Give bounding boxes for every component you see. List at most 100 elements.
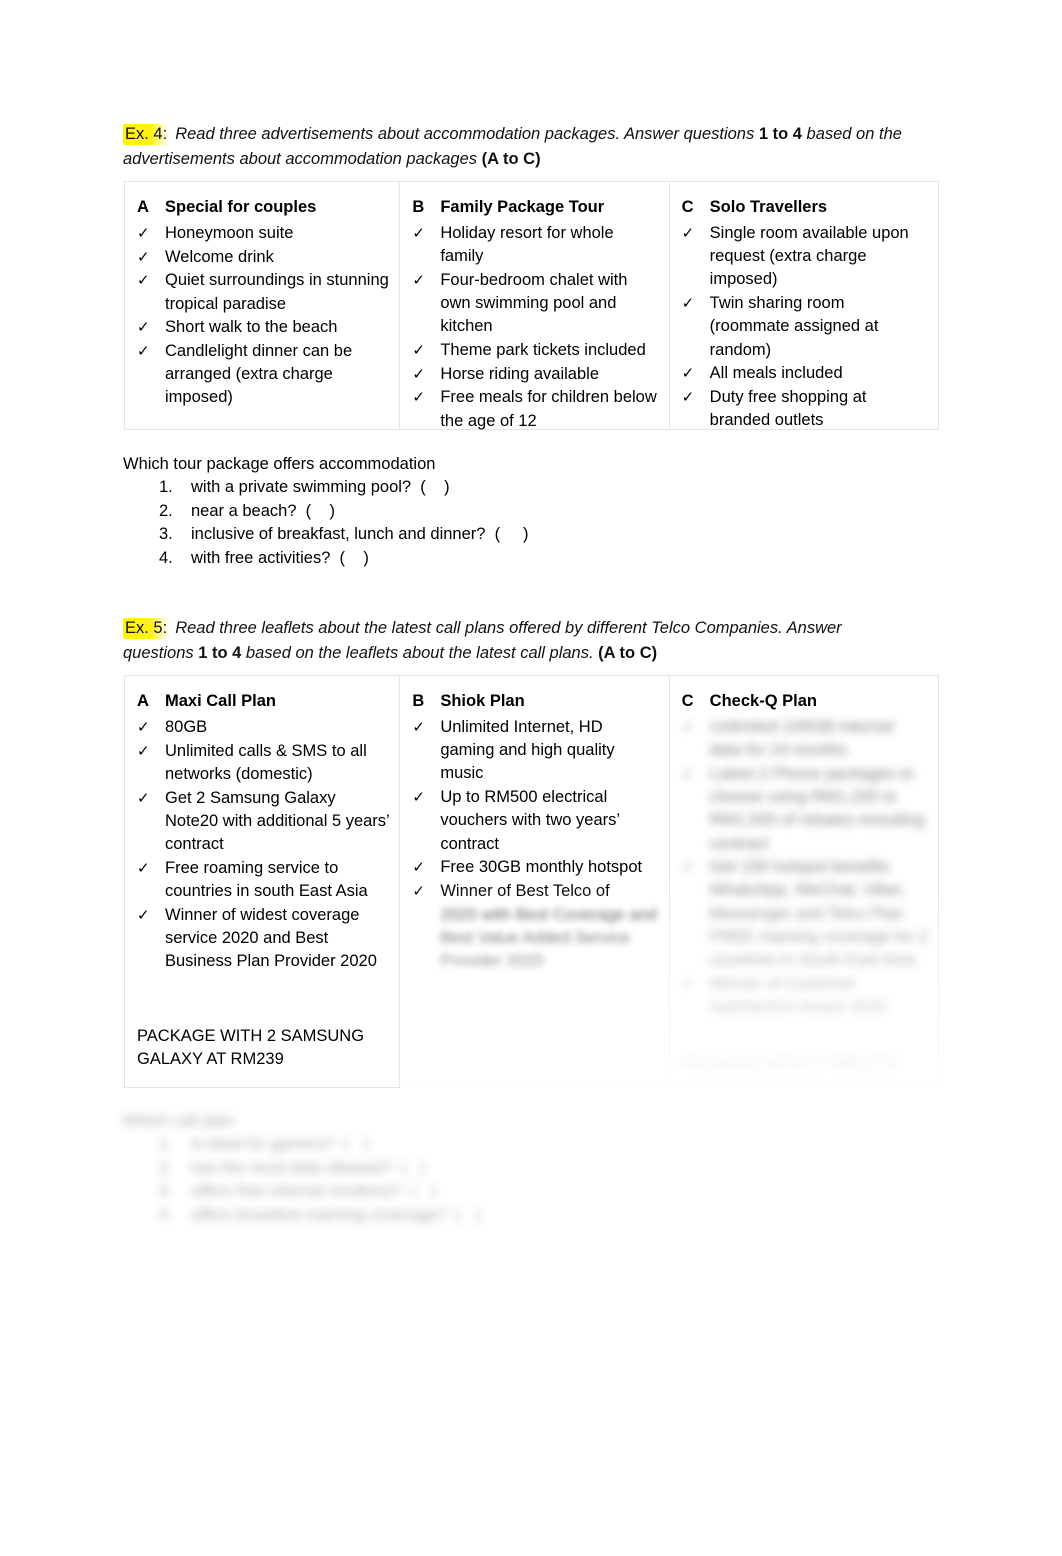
question-number: 1. <box>159 1135 173 1154</box>
list-item: ✓ Four-bedroom chalet with own swimming … <box>412 269 658 339</box>
exercise-4-intro-text-1: Read three advertisements about accommod… <box>175 125 759 143</box>
list-item: ✓ Free meals for children below the age … <box>412 386 658 432</box>
exercise-5-question-stem-obscured: Which call plan <box>123 1112 234 1130</box>
checkmark-icon: ✓ <box>137 272 150 290</box>
list-item: 2. near a beach? ( ) <box>159 500 743 523</box>
list-item: ✓ Short walk to the beach <box>137 316 389 339</box>
ad-column-a: A Special for couples ✓ Honeymoon suite … <box>125 182 401 429</box>
leaflet-column-b-header: B Shiok Plan <box>412 690 658 712</box>
list-item-text: Quiet surroundings in stunning tropical … <box>165 271 389 313</box>
exercise-5-option-range: (A to C) <box>598 644 658 662</box>
ad-column-b-letter: B <box>412 198 425 216</box>
question-number: 2. <box>159 1158 173 1177</box>
list-item: ✓ Get 2 Samsung Galaxy Note20 with addit… <box>137 787 389 857</box>
leaflet-column-a-title: Maxi Call Plan <box>165 692 276 710</box>
list-item-text: Duty free shopping at branded outlets <box>709 387 867 430</box>
list-item-obscured: 3. offers free internet modems? ( ) <box>159 1180 743 1203</box>
list-item-text-obscured: 2020 with Best Coverage and Best Value A… <box>440 905 657 971</box>
leaflet-column-c-letter: C <box>681 692 694 710</box>
list-item-text: Welcome drink <box>165 247 274 266</box>
ad-column-b: B Family Package Tour ✓ Holiday resort f… <box>400 182 670 430</box>
leaflet-column-a: A Maxi Call Plan ✓ 80GB ✓ Unlimited call… <box>125 676 401 1087</box>
list-item: ✓ Winner of widest coverage service 2020… <box>137 904 389 974</box>
checkmark-icon: ✓ <box>681 975 695 993</box>
ad-column-a-title: Special for couples <box>165 198 317 216</box>
exercise-5-label: Ex. 5: <box>123 618 170 639</box>
list-item: ✓ Holiday resort for whole family <box>412 222 658 268</box>
list-item-text: Honeymoon suite <box>165 224 294 242</box>
leaflet-column-b-letter: B <box>412 692 425 710</box>
leaflet-column-c: C Check-Q Plan ✓ Unlimited 100GB interne… <box>670 676 938 1087</box>
checkmark-icon: ✓ <box>681 225 695 242</box>
list-item-text: Winner of widest coverage service 2020 a… <box>165 905 377 971</box>
checkmark-icon: ✓ <box>412 719 425 736</box>
exercise-5-intro: Ex. 5: Read three leaflets about the late… <box>123 616 913 666</box>
checkmark-icon: ✓ <box>137 319 150 337</box>
list-item: ✓ Free 30GB monthly hotspot <box>412 856 658 879</box>
ad-column-a-header: A Special for couples <box>137 196 389 218</box>
question-text: inclusive of breakfast, lunch and dinner… <box>191 525 529 544</box>
list-item: 3. inclusive of breakfast, lunch and din… <box>159 523 743 546</box>
list-item: ✓ Quiet surroundings in stunning tropica… <box>137 269 389 315</box>
list-item: ✓ Theme park tickets included <box>412 339 658 362</box>
checkmark-icon: ✓ <box>412 859 425 877</box>
ad-column-a-list: ✓ Honeymoon suite ✓ Welcome drink ✓ Quie… <box>137 222 389 410</box>
checkmark-icon: ✓ <box>412 225 425 242</box>
list-item-text: 80GB <box>165 718 208 736</box>
list-item: ✓ All meals included <box>682 362 928 385</box>
leaflet-column-a-list: ✓ 80GB ✓ Unlimited calls & SMS to all ne… <box>137 716 389 973</box>
leaflet-column-b-list: ✓ Unlimited Internet, HD gaming and high… <box>412 716 658 973</box>
exercise-4-option-range: (A to C) <box>481 150 541 168</box>
checkmark-icon: ✓ <box>137 789 150 807</box>
ad-column-c-letter: C <box>681 198 694 216</box>
leaflet-column-c-header: C Check-Q Plan <box>682 690 928 712</box>
ad-column-b-header: B Family Package Tour <box>412 196 658 218</box>
question-number: 4. <box>159 548 173 567</box>
question-text: near a beach? ( ) <box>191 501 335 520</box>
list-item-text: Short walk to the beach <box>165 318 338 337</box>
checkmark-icon: ✓ <box>412 389 425 407</box>
list-item: ✓ Horse riding available <box>412 363 658 386</box>
list-item-text-obscured: Latest 2 Phone packages to choose using … <box>709 764 925 853</box>
checkmark-icon: ✓ <box>681 859 695 877</box>
leaflet-column-c-list: ✓ Unlimited 100GB internet data for 24 m… <box>682 716 928 1019</box>
checkmark-icon: ✓ <box>412 271 425 289</box>
list-item: ✓ Welcome drink <box>137 246 389 269</box>
exercise-4-question-list: 1. with a private swimming pool? ( ) 2. … <box>123 476 743 570</box>
checkmark-icon: ✓ <box>137 248 150 266</box>
checkmark-icon: ✓ <box>137 742 150 760</box>
exercise-4-question-stem: Which tour package offers accommodation <box>123 455 436 473</box>
ad-column-c-header: C Solo Travellers <box>682 196 928 218</box>
document-page: Ex. 4: Read three advertisements about ac… <box>0 0 1062 1556</box>
question-text-obscured: has the most data allowed? ( ) <box>191 1158 426 1177</box>
exercise-4-question-range: 1 to 4 <box>758 125 802 143</box>
list-item-obscured: ✓ Unlimited 100GB internet data for 24 m… <box>682 716 928 762</box>
list-item: ✓ Candlelight dinner can be arranged (ex… <box>137 340 389 410</box>
question-text: with free activities? ( ) <box>191 548 369 567</box>
list-item-text: Four-bedroom chalet with own swimming po… <box>440 270 628 336</box>
checkmark-icon: ✓ <box>412 882 425 900</box>
list-item: 1. with a private swimming pool? ( ) <box>159 476 743 499</box>
list-item: ✓ Winner of Best Telco of <box>412 880 658 903</box>
question-number: 4. <box>159 1205 173 1224</box>
checkmark-icon <box>412 904 440 974</box>
exercise-5-question-range: 1 to 4 <box>198 644 242 662</box>
list-item-text: Unlimited Internet, HD gaming and high q… <box>440 718 615 783</box>
list-item: ✓ Up to RM500 electrical vouchers with t… <box>412 786 658 856</box>
list-item-text: Free 30GB monthly hotspot <box>440 858 643 877</box>
list-item-text: Free roaming service to countries in sou… <box>165 858 368 900</box>
list-item-text: Twin sharing room (roommate assigned at … <box>709 294 879 359</box>
leaflet-column-a-letter: A <box>137 692 149 710</box>
question-number: 3. <box>159 1182 173 1201</box>
ad-column-c-list: ✓ Single room available upon request (ex… <box>682 222 928 432</box>
list-item: ✓ Duty free shopping at branded outlets <box>682 386 928 432</box>
list-item-text-obscured: Get 100 hotspot benefits WhatsApp, WeCha… <box>709 858 928 970</box>
exercise-5-leaflet-table: A Maxi Call Plan ✓ 80GB ✓ Unlimited call… <box>124 675 939 1088</box>
list-item-text: Holiday resort for whole family <box>440 224 614 266</box>
list-item-obscured: 2. has the most data allowed? ( ) <box>159 1157 743 1180</box>
question-text: with a private swimming pool? ( ) <box>191 478 450 497</box>
list-item-text: Candlelight dinner can be arranged (extr… <box>165 342 353 407</box>
list-item-text-obscured: Unlimited 100GB internet data for 24 mon… <box>709 718 895 760</box>
ad-column-b-list: ✓ Holiday resort for whole family ✓ Four… <box>412 222 658 433</box>
leaflet-column-a-footnote: PACKAGE WITH 2 SAMSUNG GALAXY AT RM239 <box>137 1027 365 1069</box>
